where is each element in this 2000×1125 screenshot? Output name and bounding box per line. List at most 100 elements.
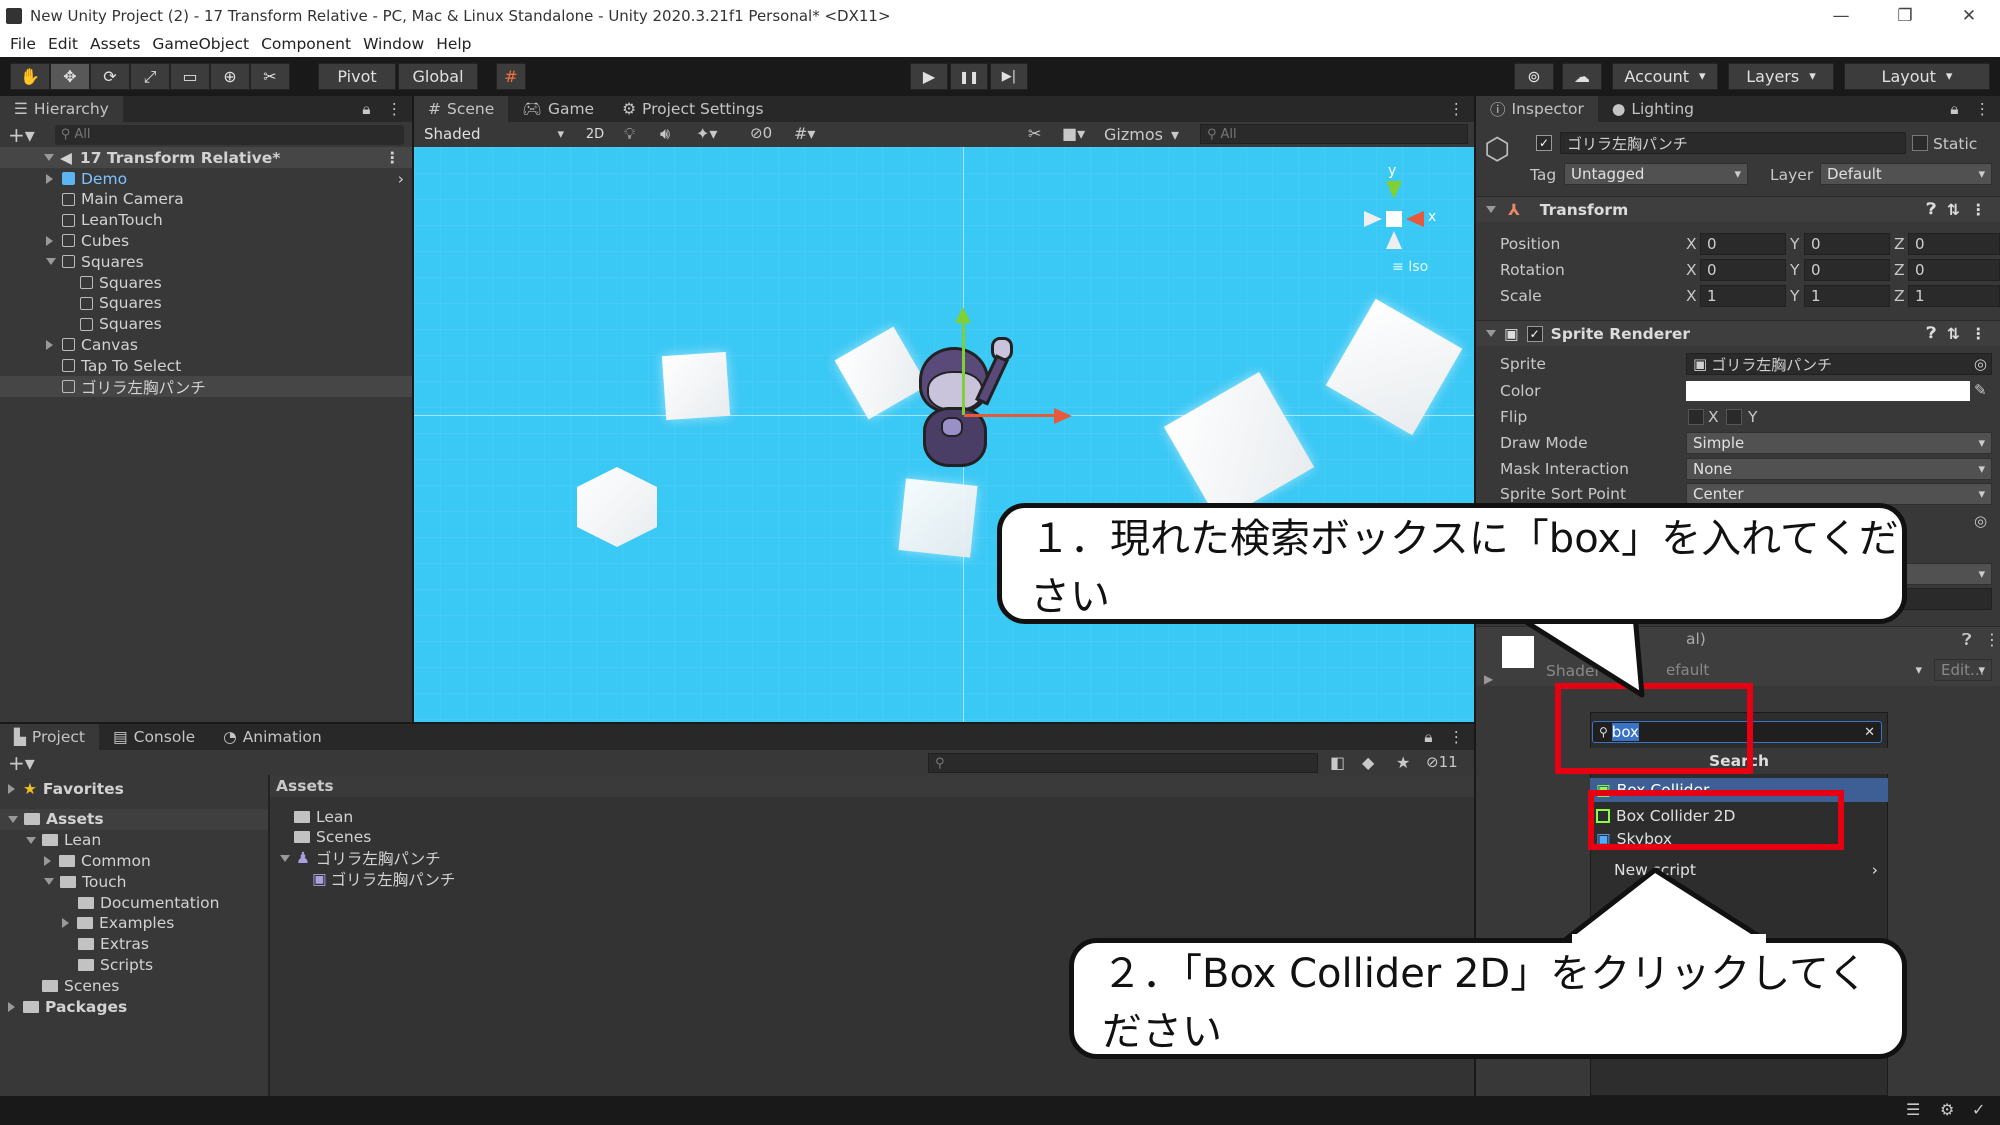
- collapse-arrow-icon[interactable]: [46, 173, 53, 184]
- menu-help[interactable]: Help: [430, 35, 477, 53]
- gizmos-dropdown[interactable]: Gizmos ▾: [1104, 123, 1179, 145]
- scale-tool-icon[interactable]: ⤢: [130, 63, 170, 90]
- project-lock-icon[interactable]: 🔒︎: [1424, 728, 1432, 747]
- collapse-arrow-icon[interactable]: [46, 339, 53, 350]
- transform-position-z-field[interactable]: 0: [1908, 233, 2000, 255]
- tab-hierarchy[interactable]: ☰ Hierarchy: [0, 96, 123, 122]
- clear-search-icon[interactable]: ✕: [1864, 725, 1875, 740]
- hierarchy-item[interactable]: Squares: [0, 272, 412, 293]
- static-checkbox[interactable]: [1912, 135, 1928, 151]
- flip-y-checkbox[interactable]: [1726, 409, 1742, 425]
- axis-x-label[interactable]: X: [1686, 261, 1697, 279]
- close-button[interactable]: ✕: [1944, 0, 1994, 31]
- expand-arrow-icon[interactable]: [280, 854, 290, 862]
- axis-y-label[interactable]: Y: [1790, 261, 1799, 279]
- transform-scale-z-field[interactable]: 1: [1908, 285, 2000, 307]
- hierarchy-item[interactable]: Squares: [0, 251, 412, 272]
- active-checkbox[interactable]: ✓: [1536, 135, 1552, 151]
- kebab-icon[interactable]: ⋮: [387, 100, 403, 118]
- object-name-field[interactable]: ゴリラ左胸パンチ: [1560, 132, 1906, 154]
- camera-icon[interactable]: ■▾: [1062, 124, 1085, 143]
- expand-arrow-icon[interactable]: [26, 836, 36, 844]
- chevron-right-icon[interactable]: ›: [398, 170, 404, 188]
- lighting-toggle-icon[interactable]: 💡︎: [624, 124, 635, 144]
- help-icon[interactable]: ❓︎: [1962, 630, 1972, 650]
- component-menu-icon[interactable]: ⋮: [1971, 325, 1987, 343]
- transform-rotation-z-field[interactable]: 0: [1908, 259, 2000, 281]
- material-picker-icon[interactable]: ◎: [1974, 512, 1987, 530]
- collapse-arrow-icon[interactable]: [8, 783, 15, 794]
- hidden-dropdown[interactable]: [1900, 563, 1992, 585]
- grid-toggle-icon[interactable]: #▾: [794, 124, 815, 143]
- axis-y-label[interactable]: Y: [1790, 235, 1799, 253]
- scene-root-row[interactable]: ◀ 17 Transform Relative* ⋮: [0, 147, 412, 168]
- menu-component[interactable]: Component: [255, 35, 357, 53]
- lock-icon[interactable]: 🔒︎: [362, 100, 370, 119]
- layers-dropdown[interactable]: Layers: [1728, 63, 1834, 90]
- menu-gameobject[interactable]: GameObject: [146, 35, 255, 53]
- expand-arrow-icon[interactable]: [46, 258, 56, 266]
- project-file-item[interactable]: ♟ ゴリラ左胸パンチ: [280, 848, 441, 869]
- menu-assets[interactable]: Assets: [84, 35, 146, 53]
- hierarchy-item[interactable]: ゴリラ左胸パンチ: [0, 376, 412, 397]
- scene-kebab-icon[interactable]: ⋮: [1449, 100, 1465, 118]
- audio-toggle-icon[interactable]: 🔊︎: [660, 124, 670, 144]
- tab-console[interactable]: ▤ Console: [99, 724, 209, 750]
- hierarchy-item[interactable]: Squares: [0, 293, 412, 314]
- layer-dropdown[interactable]: Default: [1820, 163, 1992, 185]
- axis-y-label[interactable]: Y: [1790, 287, 1799, 305]
- sprite-renderer-fold-icon[interactable]: [1486, 330, 1496, 337]
- transform-rotation-x-field[interactable]: 0: [1700, 259, 1786, 281]
- project-tree-item[interactable]: Touch: [0, 871, 268, 892]
- rect-tool-icon[interactable]: ▭: [170, 63, 210, 90]
- axis-z-label[interactable]: Z: [1894, 287, 1905, 305]
- menu-file[interactable]: File: [4, 35, 42, 53]
- component-menu-icon[interactable]: ⋮: [1971, 201, 1987, 219]
- axis-z-label[interactable]: Z: [1894, 261, 1905, 279]
- expand-arrow-icon[interactable]: [8, 815, 18, 823]
- rotate-tool-icon[interactable]: ⟳: [90, 63, 130, 90]
- eyedropper-icon[interactable]: ✎: [1974, 381, 1987, 399]
- transform-tool-icon[interactable]: ⊕: [210, 63, 250, 90]
- axis-z-label[interactable]: Z: [1894, 235, 1905, 253]
- project-tree-item[interactable]: Common: [0, 850, 268, 871]
- hierarchy-item[interactable]: Canvas: [0, 334, 412, 355]
- minimize-button[interactable]: —: [1816, 0, 1866, 31]
- pivot-toggle[interactable]: Pivot: [318, 63, 396, 90]
- material-fold-icon[interactable]: ▶: [1484, 672, 1493, 686]
- cloud-icon[interactable]: ☁: [1562, 63, 1602, 90]
- project-add-icon[interactable]: +▾: [8, 751, 35, 775]
- transform-scale-x-field[interactable]: 1: [1700, 285, 1786, 307]
- project-file-item[interactable]: ▣ ゴリラ左胸パンチ: [310, 868, 455, 889]
- filter-label-icon[interactable]: ◆: [1362, 753, 1374, 772]
- project-kebab-icon[interactable]: ⋮: [1449, 728, 1465, 746]
- pause-button[interactable]: ❚❚: [950, 63, 988, 90]
- cube-sprite[interactable]: [577, 467, 657, 547]
- transform-fold-icon[interactable]: [1486, 206, 1496, 213]
- mask-interaction-dropdown[interactable]: None: [1686, 458, 1992, 480]
- shading-dropdown[interactable]: Shaded: [418, 123, 570, 145]
- preset-icon[interactable]: ⇅: [1947, 201, 1960, 219]
- hand-tool-icon[interactable]: ✋: [10, 63, 50, 90]
- mode-2d-toggle[interactable]: 2D: [580, 123, 610, 145]
- transform-rotation-y-field[interactable]: 0: [1804, 259, 1890, 281]
- project-tree-item[interactable]: ★ Favorites: [0, 778, 268, 799]
- hierarchy-item[interactable]: Tap To Select: [0, 355, 412, 376]
- inspector-lock-icon[interactable]: 🔒︎: [1950, 100, 1958, 119]
- transform-header[interactable]: ⅄ Transform ❓︎ ⇅ ⋮: [1476, 196, 2000, 222]
- sprite-renderer-header[interactable]: ▣ ✓ Sprite Renderer ❓︎ ⇅ ⋮: [1476, 320, 2000, 346]
- expand-arrow-icon[interactable]: [44, 878, 54, 886]
- inspector-kebab-icon[interactable]: ⋮: [1975, 100, 1991, 118]
- scene-menu-icon[interactable]: ⋮: [385, 149, 401, 167]
- cube-sprite[interactable]: [1163, 371, 1315, 523]
- menu-window[interactable]: Window: [357, 35, 430, 53]
- help-icon[interactable]: ❓︎: [1927, 200, 1936, 219]
- hierarchy-item[interactable]: Squares: [0, 314, 412, 335]
- project-tree-item[interactable]: Lean: [0, 830, 268, 851]
- project-file-item[interactable]: Scenes: [280, 827, 371, 848]
- sprite-renderer-enabled-checkbox[interactable]: ✓: [1526, 325, 1543, 342]
- play-button[interactable]: ▶: [910, 63, 948, 90]
- project-tree-item[interactable]: Extras: [0, 934, 268, 955]
- hierarchy-item[interactable]: Cubes: [0, 230, 412, 251]
- object-picker-icon[interactable]: ◎: [1974, 355, 1987, 373]
